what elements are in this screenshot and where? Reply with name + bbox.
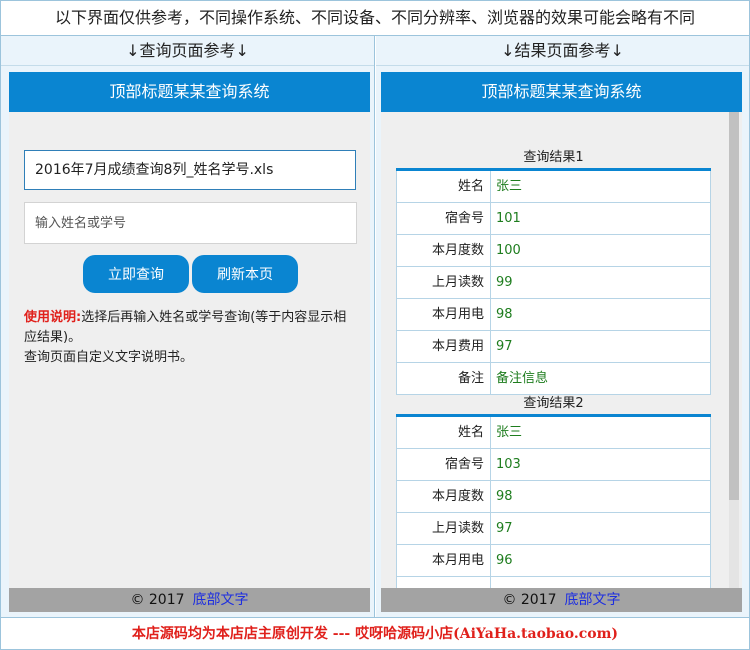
- field-value: 备注信息: [496, 371, 549, 386]
- field-value: [491, 577, 710, 588]
- result-title: 查询结果1: [523, 150, 584, 165]
- table-row: 本月度数 100: [396, 235, 711, 267]
- footer-copyright: © 2017: [502, 592, 557, 608]
- footer-link[interactable]: 底部文字: [193, 592, 249, 608]
- result-frame-footer: © 2017 底部文字: [381, 588, 742, 612]
- field-value: 96: [496, 553, 513, 568]
- usage-instructions: 使用说明:选择后再输入姓名或学号查询(等于内容显示相应结果)。 查询页面自定义文…: [24, 308, 359, 368]
- result-frame-title: 顶部标题某某查询系统: [381, 72, 742, 112]
- custom-instructions-text: 查询页面自定义文字说明书。: [24, 350, 194, 365]
- table-row: 上月读数 97: [396, 513, 711, 545]
- query-button[interactable]: 立即查询: [83, 255, 189, 293]
- table-row: 宿舍号 103: [396, 449, 711, 481]
- footer-link[interactable]: 底部文字: [565, 592, 621, 608]
- query-page-column: ↓查询页面参考↓ 顶部标题某某查询系统 2016年7月成绩查询8列_姓名学号.x…: [1, 36, 375, 618]
- preview-grid: ↓查询页面参考↓ 顶部标题某某查询系统 2016年7月成绩查询8列_姓名学号.x…: [1, 35, 749, 618]
- field-value: 97: [496, 339, 513, 354]
- field-label: 姓名: [397, 171, 491, 202]
- field-value: 100: [496, 243, 521, 258]
- table-row: 姓名 张三: [396, 171, 711, 203]
- table-row: 姓名 张三: [396, 417, 711, 449]
- result-title: 查询结果2: [523, 396, 584, 411]
- store-notice: 本店源码均为本店店主原创开发 --- 哎呀哈源码小店(AiYaHa.taobao…: [1, 617, 749, 649]
- field-value: 张三: [496, 425, 523, 440]
- footer-copyright: © 2017: [130, 592, 185, 608]
- table-row: 本月用电 98: [396, 299, 711, 331]
- field-value: 98: [496, 307, 513, 322]
- field-value: 97: [496, 521, 513, 536]
- results-scroll-area[interactable]: 查询结果1 姓名 张三 宿舍号 101 本月度数 100 上月读数 99 本月用电 98 …: [381, 112, 742, 588]
- field-label: 本月费用: [397, 331, 491, 362]
- field-label: 上月读数: [397, 513, 491, 544]
- table-row: 本月费用 97: [396, 331, 711, 363]
- file-select[interactable]: 2016年7月成绩查询8列_姓名学号.xls: [24, 150, 356, 190]
- top-notice: 以下界面仅供参考，不同操作系统、不同设备、不同分辨率、浏览器的效果可能会略有不同: [1, 1, 749, 35]
- result-block-1: 查询结果1 姓名 张三 宿舍号 101 本月度数 100 上月读数 99 本月用电 98 …: [396, 148, 711, 395]
- results-scrollbar[interactable]: [729, 112, 739, 588]
- field-label: 宿舍号: [397, 203, 491, 234]
- field-label: 本月用电: [397, 299, 491, 330]
- field-label: 宿舍号: [397, 449, 491, 480]
- field-label: 上月读数: [397, 267, 491, 298]
- query-frame-title: 顶部标题某某查询系统: [9, 72, 370, 112]
- scrollbar-thumb[interactable]: [729, 112, 739, 500]
- name-or-id-input[interactable]: [24, 202, 357, 244]
- table-row: 备注 备注信息: [396, 363, 711, 395]
- page-container: 以下界面仅供参考，不同操作系统、不同设备、不同分辨率、浏览器的效果可能会略有不同…: [0, 0, 750, 650]
- field-value: 103: [496, 457, 521, 472]
- refresh-button[interactable]: 刷新本页: [192, 255, 298, 293]
- field-value: 张三: [496, 179, 523, 194]
- field-label: 本月用电: [397, 545, 491, 576]
- instructions-label: 使用说明:: [24, 310, 82, 325]
- result-table-1: 姓名 张三 宿舍号 101 本月度数 100 上月读数 99 本月用电 98 本月费用 97…: [396, 168, 711, 395]
- query-page-frame: 顶部标题某某查询系统 2016年7月成绩查询8列_姓名学号.xls 立即查询 刷…: [9, 72, 370, 612]
- field-value: 99: [496, 275, 513, 290]
- result-block-2: 查询结果2 姓名 张三 宿舍号 103 本月度数 98 上月读数 97 本月用电 96: [396, 394, 711, 588]
- table-row: 上月读数 99: [396, 267, 711, 299]
- field-label: 本月度数: [397, 235, 491, 266]
- field-label: [397, 577, 491, 588]
- result-page-header: ↓结果页面参考↓: [376, 36, 749, 66]
- result-page-frame: 顶部标题某某查询系统 查询结果1 姓名 张三 宿舍号 101 本月度数 100 上月读…: [381, 72, 742, 612]
- field-label: 姓名: [397, 417, 491, 448]
- table-row: [396, 577, 711, 588]
- field-label: 本月度数: [397, 481, 491, 512]
- result-page-column: ↓结果页面参考↓ 顶部标题某某查询系统 查询结果1 姓名 张三 宿舍号 101 本月…: [376, 36, 749, 618]
- table-row: 宿舍号 101: [396, 203, 711, 235]
- result-table-2: 姓名 张三 宿舍号 103 本月度数 98 上月读数 97 本月用电 96: [396, 414, 711, 588]
- field-value: 101: [496, 211, 521, 226]
- field-value: 98: [496, 489, 513, 504]
- query-frame-footer: © 2017 底部文字: [9, 588, 370, 612]
- table-row: 本月度数 98: [396, 481, 711, 513]
- query-page-header: ↓查询页面参考↓: [1, 36, 374, 66]
- field-label: 备注: [397, 363, 491, 394]
- table-row: 本月用电 96: [396, 545, 711, 577]
